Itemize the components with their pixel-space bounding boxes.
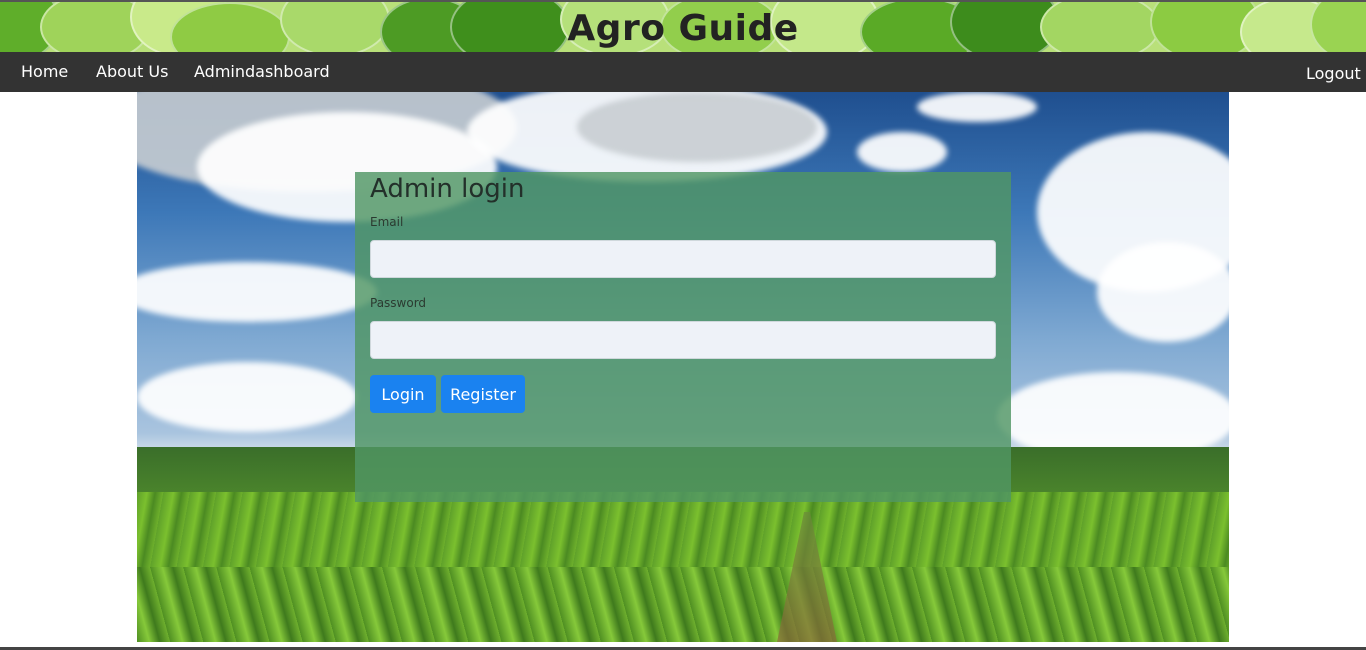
nav-about-link[interactable]: About Us xyxy=(96,52,168,92)
nav-admindashboard-link[interactable]: Admindashboard xyxy=(194,52,330,92)
cloud xyxy=(137,262,377,322)
login-title: Admin login xyxy=(370,174,525,204)
main-navbar: Home About Us Admindashboard Logout xyxy=(0,52,1366,92)
cloud xyxy=(917,92,1037,122)
admin-login-panel: Admin login Email Password Login Registe… xyxy=(355,172,1011,502)
register-button[interactable]: Register xyxy=(441,375,525,413)
site-title: Agro Guide xyxy=(567,8,799,49)
cloud xyxy=(1097,242,1229,342)
cloud xyxy=(577,92,817,162)
logout-link[interactable]: Logout xyxy=(1306,54,1361,94)
nav-home-link[interactable]: Home xyxy=(21,52,68,92)
password-label: Password xyxy=(370,296,427,310)
vineyard-rows xyxy=(137,567,1229,642)
header-banner: Agro Guide xyxy=(0,0,1366,52)
cloud xyxy=(857,132,947,172)
email-field[interactable] xyxy=(370,240,996,278)
login-button[interactable]: Login xyxy=(370,375,436,413)
cloud xyxy=(137,362,357,432)
email-label: Email xyxy=(370,215,404,229)
password-field[interactable] xyxy=(370,321,996,359)
